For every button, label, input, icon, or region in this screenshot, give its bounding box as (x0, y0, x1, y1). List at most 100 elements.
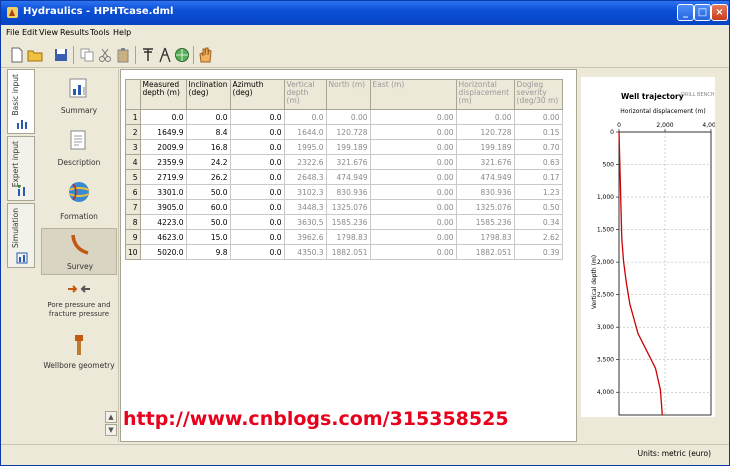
table-cell[interactable]: 50.0 (185, 184, 231, 200)
table-row: 4 2359.9 24.2 0.0 2322.6 321.676 0.00 321.676 0.… (125, 154, 563, 170)
table-cell: 1585.236 (325, 214, 371, 230)
table-cell[interactable]: 0.0 (229, 244, 285, 260)
x-tick-label: 4,000 (702, 122, 715, 129)
table-cell[interactable]: 0.0 (139, 109, 187, 125)
app-icon (7, 7, 18, 18)
globe-icon[interactable] (174, 47, 190, 63)
table-cell[interactable]: 16.8 (185, 139, 231, 155)
table-cell[interactable]: 0.0 (229, 109, 285, 125)
minimize-button[interactable]: _ (677, 4, 694, 21)
survey-table: Measured depth (m) Inclination (deg) Azi… (125, 79, 563, 260)
summary-icon (69, 78, 87, 98)
simulation-icon (16, 252, 28, 264)
table-cell: 0.00 (369, 139, 457, 155)
rig-icon[interactable] (157, 47, 173, 63)
table-cell[interactable]: 3905.0 (139, 199, 187, 215)
table-cell[interactable]: 0.0 (229, 139, 285, 155)
scroll-down-button[interactable]: ▼ (105, 424, 117, 436)
nav-survey[interactable]: Survey (41, 228, 117, 275)
table-cell: 0.00 (369, 109, 457, 125)
tab-basic-input[interactable]: Basic input (7, 69, 35, 134)
table-cell: 0.00 (369, 184, 457, 200)
tab-basic-input-label: Basic input (11, 74, 20, 116)
nav-wellbore-geometry[interactable]: Wellbore geometry (41, 329, 117, 375)
tab-expert-input-label: Expert input (11, 141, 20, 188)
table-cell[interactable]: 3301.0 (139, 184, 187, 200)
table-cell: 0.17 (513, 169, 563, 185)
table-cell[interactable]: 8.4 (185, 124, 231, 140)
table-cell[interactable]: 60.0 (185, 199, 231, 215)
table-cell[interactable]: 15.0 (185, 229, 231, 245)
scroll-up-button[interactable]: ▲ (105, 411, 117, 423)
copy-icon[interactable] (79, 47, 95, 63)
table-cell: 0.00 (369, 124, 457, 140)
nav-formation[interactable]: Formation (41, 176, 117, 226)
table-cell[interactable]: 2009.9 (139, 139, 187, 155)
header-dogleg-severity: Dogleg severity (deg/30 m) (513, 79, 563, 110)
nav-summary-label: Summary (60, 106, 98, 115)
status-bar: Units: metric (euro) (1, 444, 729, 465)
y-tick-label: 0 (610, 129, 614, 136)
table-cell[interactable]: 9.8 (185, 244, 231, 260)
table-cell: 2648.3 (283, 169, 327, 185)
table-cell[interactable]: 0.0 (229, 214, 285, 230)
table-cell: 474.949 (325, 169, 371, 185)
paste-icon[interactable] (115, 47, 131, 63)
corner-header (125, 79, 141, 110)
table-cell[interactable]: 0.0 (229, 199, 285, 215)
table-cell[interactable]: 2359.9 (139, 154, 187, 170)
toolbar-separator (193, 46, 194, 64)
nav-formation-label: Formation (60, 212, 98, 221)
table-cell[interactable]: 26.2 (185, 169, 231, 185)
table-cell: 321.676 (325, 154, 371, 170)
y-tick-label: 500 (603, 162, 615, 169)
table-cell[interactable]: 0.0 (185, 109, 231, 125)
toolbar-separator (135, 46, 136, 64)
tab-simulation-label: Simulation (11, 208, 20, 248)
table-cell: 0.50 (513, 199, 563, 215)
table-cell: 1325.076 (325, 199, 371, 215)
table-cell[interactable]: 4623.0 (139, 229, 187, 245)
table-cell[interactable]: 0.0 (229, 229, 285, 245)
menu-results[interactable]: Results (60, 28, 89, 37)
table-cell[interactable]: 2719.9 (139, 169, 187, 185)
table-cell[interactable]: 4223.0 (139, 214, 187, 230)
nav-description[interactable]: Description (41, 124, 117, 174)
window-title: Hydraulics - HPHTcase.dml (23, 6, 174, 17)
save-icon[interactable] (53, 47, 69, 63)
tab-simulation[interactable]: Simulation (7, 203, 35, 268)
new-icon[interactable] (9, 47, 25, 63)
table-cell: 0.00 (369, 199, 457, 215)
menu-view[interactable]: View (39, 28, 58, 37)
x-tick-label: 0 (617, 122, 621, 129)
close-button[interactable]: × (711, 4, 728, 21)
wellbore-icon (75, 335, 83, 355)
nav-summary[interactable]: Summary (41, 72, 117, 122)
hand-icon[interactable] (197, 47, 213, 63)
open-icon[interactable] (27, 47, 43, 63)
table-cell[interactable]: 5020.0 (139, 244, 187, 260)
maximize-button[interactable]: □ (694, 4, 711, 21)
table-cell[interactable]: 0.0 (229, 169, 285, 185)
table-cell[interactable]: 1649.9 (139, 124, 187, 140)
menu-file[interactable]: File (6, 28, 19, 37)
table-cell: 321.676 (455, 154, 515, 170)
nav-pore-pressure-label: Pore pressure and fracture pressure (47, 301, 111, 318)
table-cell[interactable]: 0.0 (229, 184, 285, 200)
table-cell[interactable]: 0.0 (229, 154, 285, 170)
table-cell[interactable]: 0.0 (229, 124, 285, 140)
tab-expert-input[interactable]: Expert input (7, 136, 35, 201)
well-icon[interactable] (140, 47, 156, 63)
menu-help[interactable]: Help (113, 28, 131, 37)
menu-tools[interactable]: Tools (90, 28, 110, 37)
table-cell: 3630.5 (283, 214, 327, 230)
menu-edit[interactable]: Edit (22, 28, 38, 37)
row-number: 7 (125, 199, 141, 215)
table-cell[interactable]: 24.2 (185, 154, 231, 170)
y-tick-label: 1,500 (597, 227, 614, 234)
cut-icon[interactable] (97, 47, 113, 63)
title-bar[interactable]: Hydraulics - HPHTcase.dml _ □ × (1, 1, 729, 25)
table-cell[interactable]: 50.0 (185, 214, 231, 230)
nav-pore-pressure[interactable]: Pore pressure and fracture pressure (41, 279, 117, 331)
header-azimuth: Azimuth (deg) (229, 79, 285, 110)
